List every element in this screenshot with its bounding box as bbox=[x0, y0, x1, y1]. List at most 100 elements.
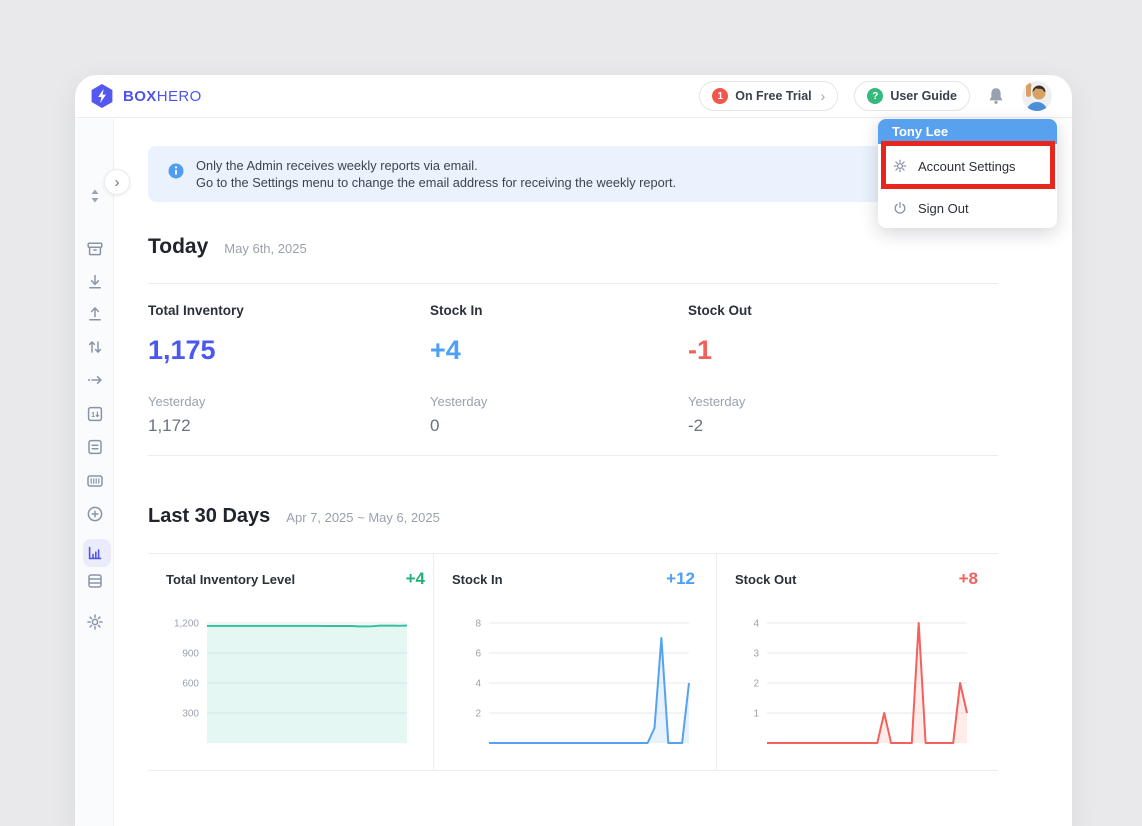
logo-hero: HERO bbox=[157, 88, 202, 105]
sidebar-item-data-center[interactable] bbox=[75, 571, 114, 591]
user-guide-button[interactable]: ? User Guide bbox=[854, 81, 970, 111]
banner-line2: Go to the Settings menu to change the em… bbox=[196, 174, 676, 191]
svg-text:300: 300 bbox=[182, 709, 199, 720]
stat-label: Stock In bbox=[430, 303, 680, 318]
guide-label: User Guide bbox=[890, 89, 957, 103]
stat-stock-in: Stock In +4 Yesterday 0 bbox=[430, 303, 680, 436]
chart-delta-stock-out: +8 bbox=[898, 569, 978, 589]
inventory-count-icon: 1 bbox=[85, 404, 105, 424]
data-center-icon bbox=[85, 571, 105, 591]
move-icon bbox=[85, 370, 105, 390]
boxhero-logo-text: BOXHERO bbox=[123, 88, 202, 105]
last30-range: Apr 7, 2025 ~ May 6, 2025 bbox=[286, 510, 440, 525]
chart-title-stock-out: Stock Out bbox=[735, 572, 796, 587]
menu-item-account-settings[interactable]: Account Settings bbox=[878, 144, 1057, 188]
sidebar-item-purchase-sales[interactable] bbox=[75, 437, 114, 457]
svg-text:2: 2 bbox=[753, 679, 759, 690]
last30-section-title: Last 30 Days Apr 7, 2025 ~ May 6, 2025 bbox=[148, 505, 440, 528]
bell-icon[interactable] bbox=[986, 86, 1006, 106]
sort-handle-icon bbox=[85, 186, 105, 206]
sidebar-item-stock-out[interactable] bbox=[75, 304, 114, 324]
divider bbox=[148, 770, 998, 771]
yesterday-label: Yesterday bbox=[430, 394, 680, 409]
top-header: BOXHERO 1 On Free Trial › ? User Guide bbox=[75, 75, 1072, 118]
svg-text:6: 6 bbox=[475, 649, 481, 660]
sidebar-item-adjust[interactable] bbox=[75, 337, 114, 357]
divider bbox=[148, 455, 998, 456]
svg-text:600: 600 bbox=[182, 679, 199, 690]
chart-title-stock-in: Stock In bbox=[452, 572, 503, 587]
sidebar-item-settings[interactable] bbox=[75, 612, 114, 632]
yesterday-value: 0 bbox=[430, 416, 680, 436]
today-section-title: Today May 6th, 2025 bbox=[148, 235, 307, 259]
logo-box: BOX bbox=[123, 88, 157, 105]
power-icon bbox=[892, 200, 908, 216]
sidebar-item-analytics[interactable] bbox=[75, 543, 114, 563]
barcode-icon bbox=[85, 471, 105, 491]
boxhero-logo[interactable]: BOXHERO bbox=[89, 83, 202, 109]
svg-text:2: 2 bbox=[475, 709, 481, 720]
yesterday-label: Yesterday bbox=[148, 394, 398, 409]
trial-label: On Free Trial bbox=[735, 89, 811, 103]
trial-alert-icon: 1 bbox=[712, 88, 728, 104]
svg-text:4: 4 bbox=[475, 679, 481, 690]
stat-value: +4 bbox=[430, 335, 680, 366]
menu-item-sign-out[interactable]: Sign Out bbox=[878, 188, 1057, 228]
info-icon bbox=[168, 163, 184, 179]
sidebar-expand-button[interactable]: › bbox=[104, 169, 130, 195]
analytics-icon bbox=[85, 543, 105, 563]
menu-item-label: Sign Out bbox=[918, 201, 969, 216]
desktop-background: BOXHERO 1 On Free Trial › ? User Guide bbox=[0, 0, 1142, 826]
today-title: Today bbox=[148, 235, 208, 259]
settings-icon bbox=[85, 612, 105, 632]
sidebar-item-add-new[interactable] bbox=[75, 504, 114, 524]
stat-label: Total Inventory bbox=[148, 303, 398, 318]
svg-text:8: 8 bbox=[475, 619, 481, 630]
purchase-sales-icon bbox=[85, 437, 105, 457]
stock-out-chart: 4321 bbox=[710, 611, 970, 756]
adjust-icon bbox=[85, 337, 105, 357]
sidebar: 1 bbox=[75, 119, 114, 826]
user-dropdown-menu: Tony Lee Account Settings Sign Out bbox=[878, 119, 1057, 228]
chevron-right-icon: › bbox=[821, 88, 826, 104]
sidebar-item-move[interactable] bbox=[75, 370, 114, 390]
divider bbox=[148, 283, 998, 284]
stat-label: Stock Out bbox=[688, 303, 938, 318]
yesterday-label: Yesterday bbox=[688, 394, 938, 409]
user-name-header: Tony Lee bbox=[878, 119, 1057, 144]
chart-delta-stock-in: +12 bbox=[615, 569, 695, 589]
chevron-right-icon: › bbox=[115, 174, 120, 191]
yesterday-value: 1,172 bbox=[148, 416, 398, 436]
inventory-level-chart: 1,200 900 600 300 bbox=[150, 611, 410, 756]
last30-title: Last 30 Days bbox=[148, 505, 270, 528]
sidebar-item-inventory-count[interactable]: 1 bbox=[75, 404, 114, 424]
stat-value: 1,175 bbox=[148, 335, 398, 366]
yesterday-value: -2 bbox=[688, 416, 938, 436]
stock-in-icon bbox=[85, 272, 105, 292]
gear-icon bbox=[892, 158, 908, 174]
stock-out-icon bbox=[85, 304, 105, 324]
free-trial-button[interactable]: 1 On Free Trial › bbox=[699, 81, 838, 111]
sidebar-item-stock-in[interactable] bbox=[75, 272, 114, 292]
divider bbox=[148, 553, 998, 554]
stat-total-inventory: Total Inventory 1,175 Yesterday 1,172 bbox=[148, 303, 398, 436]
chart-delta-inventory: +4 bbox=[345, 569, 425, 589]
stat-value: -1 bbox=[688, 335, 938, 366]
chart-title-inventory: Total Inventory Level bbox=[166, 572, 295, 587]
question-icon: ? bbox=[867, 88, 883, 104]
svg-text:900: 900 bbox=[182, 649, 199, 660]
menu-item-label: Account Settings bbox=[918, 159, 1016, 174]
stat-stock-out: Stock Out -1 Yesterday -2 bbox=[688, 303, 938, 436]
items-box-icon bbox=[85, 239, 105, 259]
today-date: May 6th, 2025 bbox=[224, 241, 306, 256]
svg-text:4: 4 bbox=[753, 619, 759, 630]
stock-in-chart: 8 6 4 2 bbox=[432, 611, 692, 756]
svg-text:1: 1 bbox=[91, 410, 95, 419]
add-new-icon bbox=[85, 504, 105, 524]
svg-text:1,200: 1,200 bbox=[174, 619, 199, 630]
banner-line1: Only the Admin receives weekly reports v… bbox=[196, 157, 676, 174]
avatar[interactable] bbox=[1022, 81, 1052, 111]
svg-text:3: 3 bbox=[753, 649, 759, 660]
sidebar-item-barcode[interactable] bbox=[75, 471, 114, 491]
sidebar-item-items[interactable] bbox=[75, 239, 114, 259]
